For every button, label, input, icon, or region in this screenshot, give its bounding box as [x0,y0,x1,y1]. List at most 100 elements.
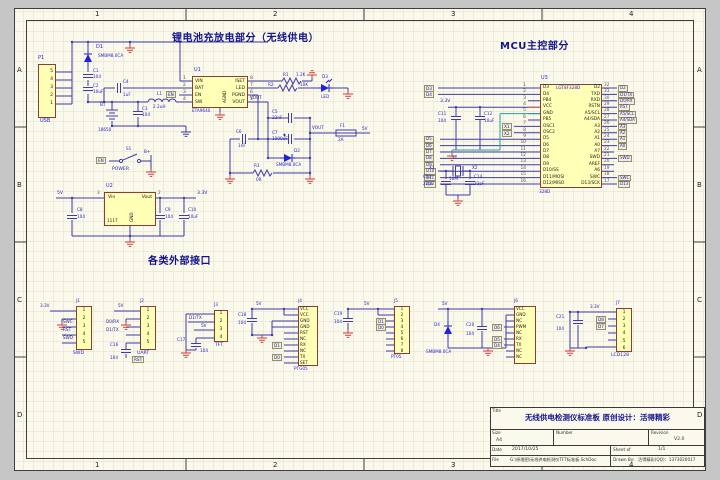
part-value: LED [321,95,329,100]
part-value: 104 [334,320,342,325]
zone-col: 2 [273,10,277,18]
part-value: 2.2uH [153,105,165,110]
titleblock-sheet: 1/1 [658,447,665,452]
designator: D4 [434,323,440,328]
zone-col: 3 [451,10,455,18]
part-comment: USB [40,119,50,125]
designator: C6 [236,130,242,135]
designator: C2 [93,84,99,89]
port-d4: D4 [424,91,434,98]
junction-dot [251,308,253,310]
junction-dot [257,138,259,140]
mcu-net-ports-d: D5D6D7D8D9D10D11D12 [424,136,436,187]
zone-row: A [697,66,702,74]
part-value: 10uF [93,90,103,95]
part-value: 104 [438,119,446,124]
pin-name-agnd: AGND [223,91,228,103]
junction-dot [309,172,311,174]
port-d4: D4 [492,342,502,349]
zone-row: B [697,181,702,189]
net-label: D1/TX [189,316,202,321]
zone-col: 3 [451,461,455,469]
part-value: 10K [300,83,308,88]
part-value: 16M [449,177,458,182]
pin-stub [180,81,192,102]
designator: C19 [334,312,342,317]
mcu-net-ports-right: D2D1/TXD0/RXRSTA5/SCLA4/SDAA3A2A1A0SWDSW… [618,85,637,187]
net-label-vout: VOUT [312,126,324,131]
junction-dot [71,41,73,43]
junction-dot [309,138,311,140]
designator: C17 [177,338,185,343]
designator: R1 [283,73,289,78]
pin-number: 2 [158,191,161,196]
designator: J5 [394,299,398,304]
net-label-x1: X1 [429,166,435,171]
section-title-io: 各类外部接口 [148,256,211,267]
junction-dot [71,197,73,199]
part-value: ETA9640 [192,109,210,114]
junction-dot [111,101,113,103]
designator: C3 [142,107,148,112]
junction-dot [251,334,253,336]
part-value: 10uF [484,119,494,124]
section-title-battery: 锂电池充放电部分（无线供电） [172,33,319,44]
inductor-icon [148,99,176,102]
titleblock-date: 2017/10/25 [512,447,538,452]
port-d7: D7 [596,323,606,330]
part-value: 104 [466,332,474,337]
part-comment: TFT [215,343,223,348]
titleblock-size-label: Size [492,431,501,436]
net-label: SWD [63,336,73,341]
titleblock-size: A4 [496,438,502,443]
pin-names: VINBATENSW [195,78,204,106]
diode-icon [84,50,92,66]
pin-name-vout: Vout [134,195,152,200]
part-value: 104 [200,349,208,354]
junction-dot [267,157,269,159]
part-comment: PT05 [391,355,401,360]
led-icon [317,79,333,92]
junction-dot [469,170,471,172]
junction-dot [377,308,379,310]
designator: D2 [294,149,300,154]
designator: P1 [38,56,44,62]
part-value: 18650 [98,128,111,133]
designator: C11 [438,112,446,117]
port-en: EN [166,91,176,98]
titleblock-title: 无线供电检测仪标准板 原创设计：活得精彩 [490,414,705,422]
pin-name-gnd: GND [130,212,135,222]
designator: J6 [514,299,518,304]
part-value: 1000uF [272,137,288,142]
titleblock-file: G:\原理图\无线供电检测仪TFT标准板.SchDoc [510,458,596,463]
zone-col: 4 [629,10,633,18]
part-value: 1117 [107,219,118,224]
junction-dot [309,157,311,159]
part-value: 1.2K [296,73,305,78]
pin-stub [284,309,298,363]
junction-dot [111,125,113,127]
part-value: 1uF [123,93,131,98]
designator: C4 [123,80,129,85]
net-label-3v3: 3.3V [440,99,450,104]
junction-dot [267,117,269,119]
part-value: 104 [142,113,150,118]
junction-dot [229,172,231,174]
schematic-canvas: 1 2 3 4 1 2 3 4 A B C D A B C D 锂电池充放电部分… [0,0,720,480]
section-title-mcu: MCU主控部分 [500,41,569,52]
junction-dot [271,334,273,336]
titleblock-revision-label: Revision [651,431,669,436]
port-d6: D6 [492,324,502,331]
net-label-5v: 5V [57,191,63,196]
designator: R2 [268,83,274,88]
designator: J2 [140,299,144,304]
designator: C14 [474,175,482,180]
mcu-pin-numbers-right: 32313029282726252423222120191817 [604,83,609,185]
titleblock-drawn: 活得精彩(QQ)：1373020017 [638,458,695,463]
junction-dot [455,106,457,108]
part-value: 0R [256,178,262,183]
designator: S1 [126,147,131,152]
fuse-icon [336,130,356,136]
designator: U2 [106,184,113,190]
designator: U3 [541,76,548,82]
